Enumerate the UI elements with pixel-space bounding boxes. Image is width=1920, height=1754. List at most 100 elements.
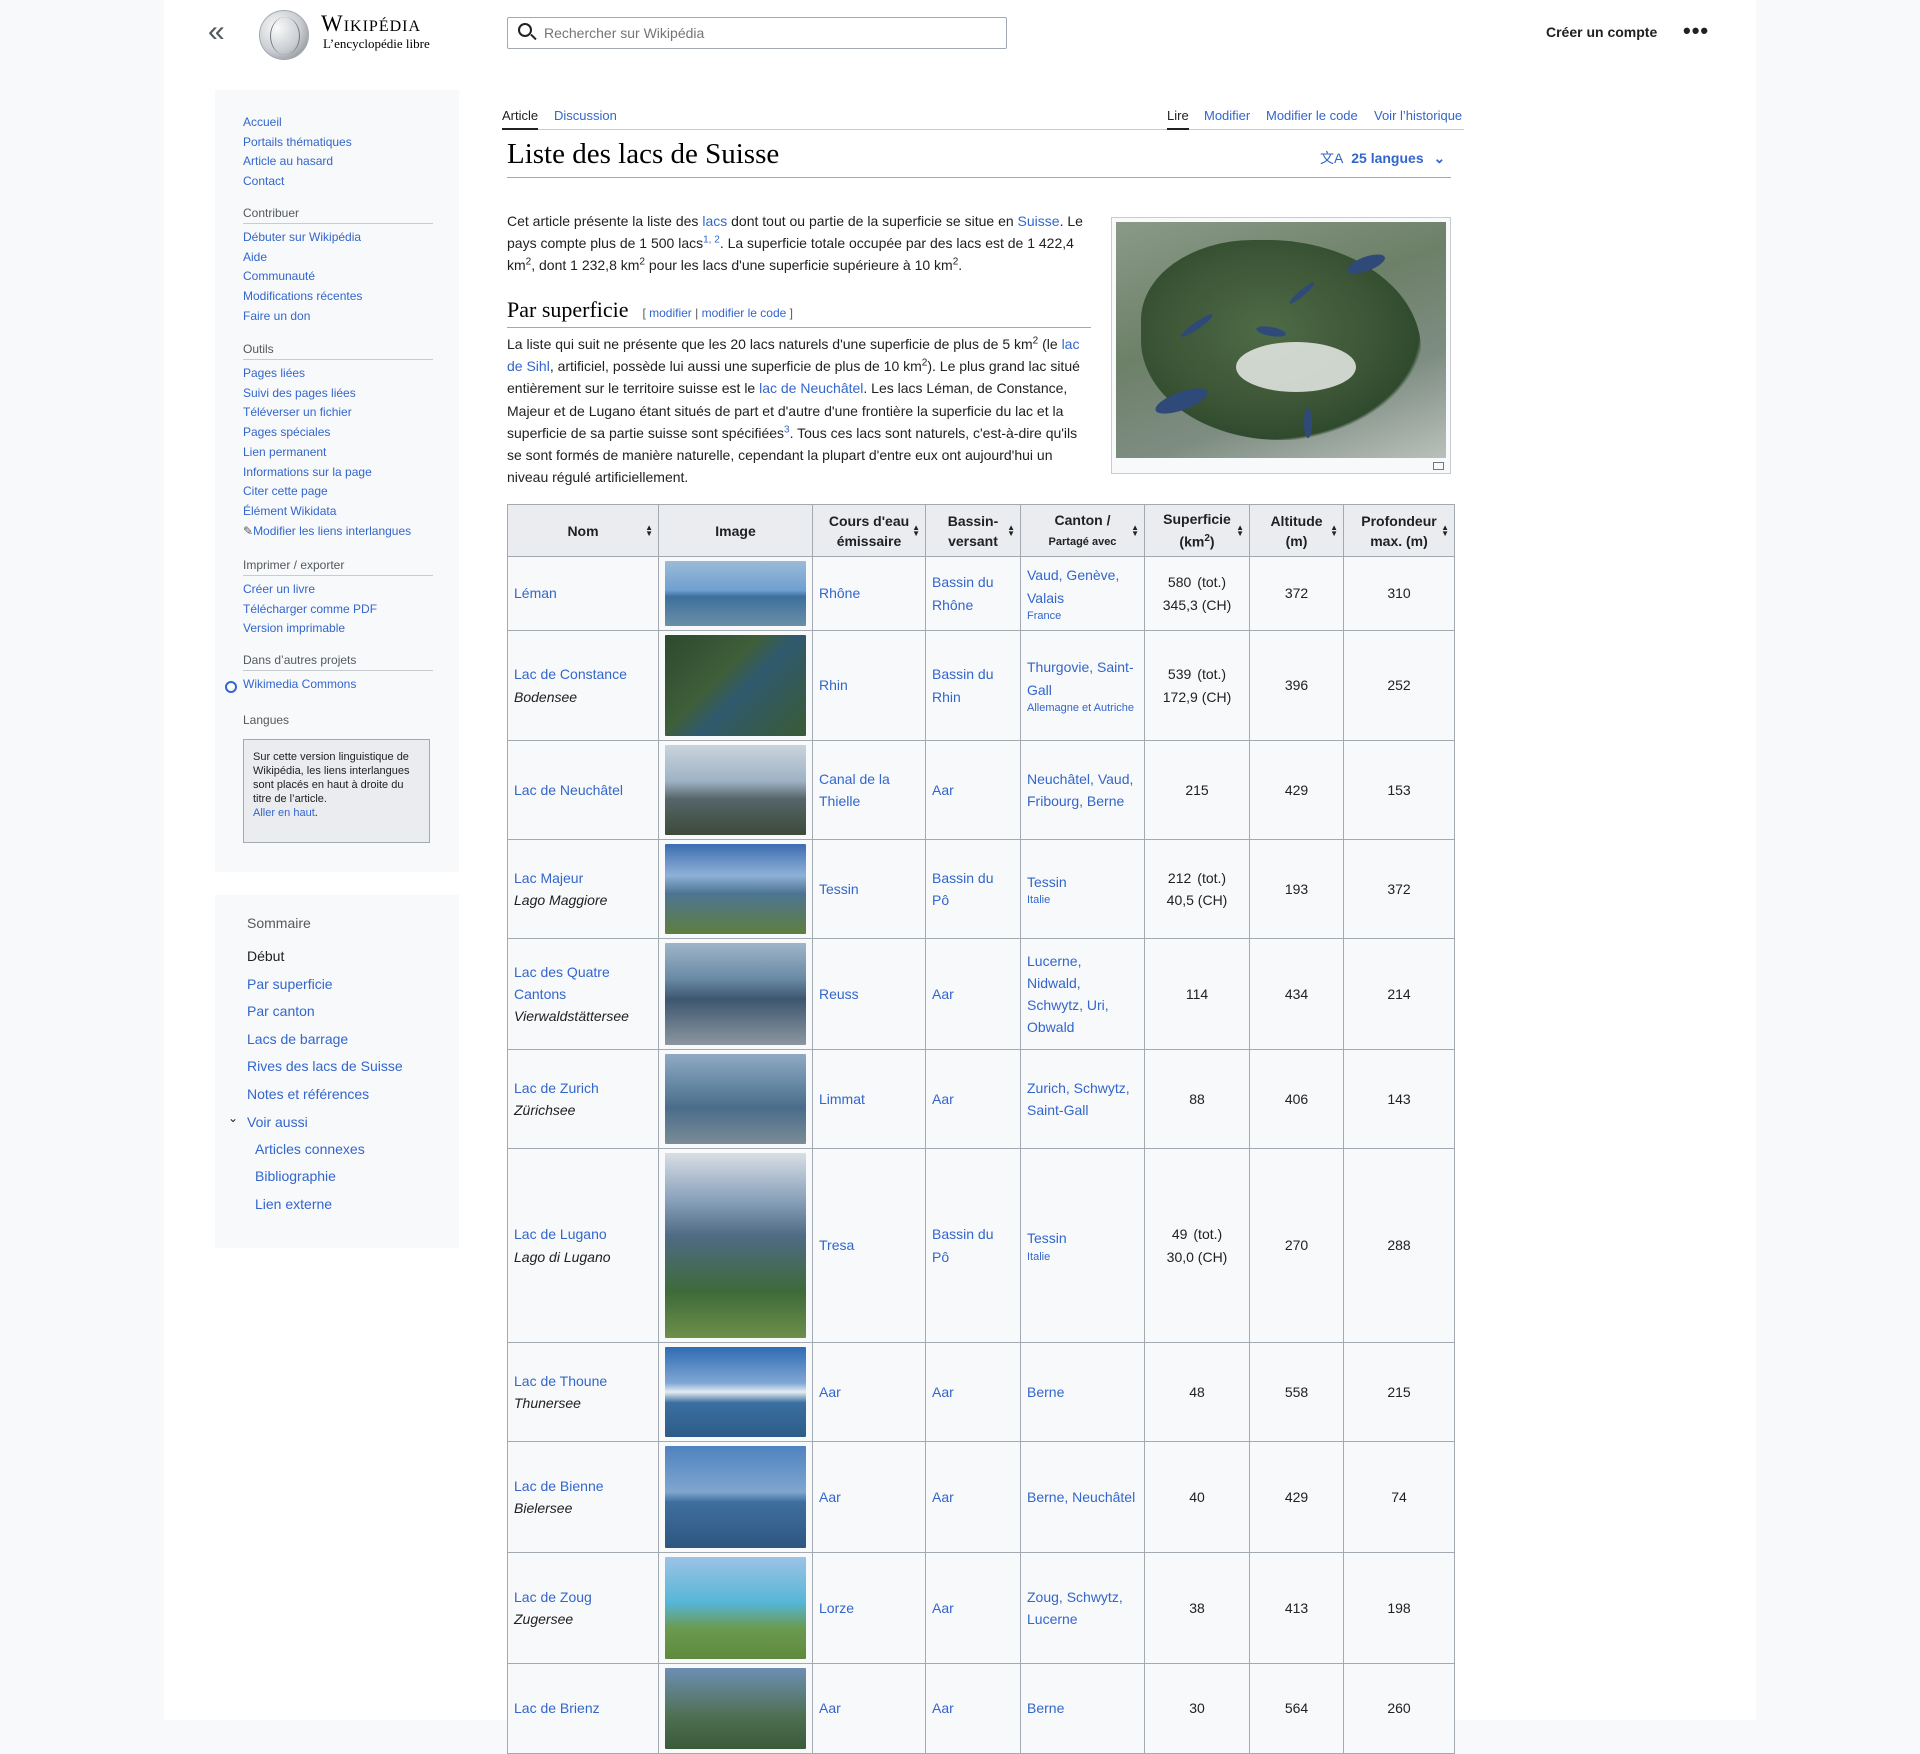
basin-link[interactable]: Bassin du Rhin: [932, 666, 993, 704]
toc-item-barrage[interactable]: Lacs de barrage: [247, 1031, 348, 1047]
basin-link[interactable]: Aar: [932, 782, 954, 798]
sort-icon[interactable]: ▲ ▼: [1330, 524, 1338, 538]
col-header-cours-eau[interactable]: Cours d'eau émissaire ▲ ▼: [812, 504, 926, 557]
canton-link[interactable]: Neuchâtel, Vaud, Fribourg, Berne: [1027, 771, 1133, 809]
canton-link[interactable]: Lucerne, Nidwald, Schwytz, Uri, Obwald: [1027, 953, 1109, 1036]
canton-link[interactable]: Berne: [1027, 1384, 1064, 1400]
search-box[interactable]: [507, 17, 1007, 49]
lake-thumbnail[interactable]: [665, 1668, 806, 1749]
switzerland-map-figure[interactable]: [1111, 217, 1451, 474]
river-link[interactable]: Lorze: [819, 1600, 854, 1616]
basin-link[interactable]: Bassin du Rhône: [932, 574, 993, 612]
sidebar-item-contact[interactable]: Contact: [243, 172, 433, 192]
tab-lire[interactable]: Lire: [1167, 108, 1189, 130]
toc-item-connexes[interactable]: Articles connexes: [255, 1141, 365, 1157]
river-link[interactable]: Canal de la Thielle: [819, 771, 890, 809]
basin-link[interactable]: Aar: [932, 1489, 954, 1505]
river-link[interactable]: Limmat: [819, 1091, 865, 1107]
lake-name-link[interactable]: Lac de Zoug: [514, 1589, 592, 1605]
shared-with-link[interactable]: Italie: [1027, 1250, 1138, 1264]
more-options-icon[interactable]: •••: [1683, 18, 1709, 44]
sidebar-item-accueil[interactable]: Accueil: [243, 113, 433, 133]
lake-thumbnail[interactable]: [665, 943, 806, 1045]
sidebar-item-televerser[interactable]: Téléverser un fichier: [243, 403, 433, 423]
tab-modifier-code[interactable]: Modifier le code: [1266, 108, 1358, 123]
sidebar-item-informations[interactable]: Informations sur la page: [243, 463, 433, 483]
lake-thumbnail[interactable]: [665, 745, 806, 835]
basin-link[interactable]: Bassin du Pô: [932, 870, 993, 908]
chevron-down-icon[interactable]: ⌄: [228, 1111, 238, 1125]
shared-with-link[interactable]: Allemagne et Autriche: [1027, 701, 1138, 715]
river-link[interactable]: Aar: [819, 1489, 841, 1505]
ref-1-2[interactable]: 1, 2: [703, 235, 720, 246]
sidebar-item-communaute[interactable]: Communauté: [243, 267, 433, 287]
sort-icon[interactable]: ▲ ▼: [912, 524, 920, 538]
link-lac-neuchatel[interactable]: lac de Neuchâtel: [759, 380, 863, 396]
river-link[interactable]: Rhin: [819, 677, 848, 693]
collapse-sidebar-icon[interactable]: «: [208, 17, 244, 50]
river-link[interactable]: Aar: [819, 1384, 841, 1400]
toc-item-rives[interactable]: Rives des lacs de Suisse: [247, 1058, 403, 1074]
sort-icon[interactable]: ▲ ▼: [1007, 524, 1015, 538]
shared-with-link[interactable]: France: [1027, 609, 1138, 623]
col-header-canton[interactable]: Canton / Partagé avec ▲ ▼: [1020, 504, 1145, 557]
langs-goto-top-link[interactable]: Aller en haut: [253, 807, 315, 819]
basin-link[interactable]: Aar: [932, 986, 954, 1002]
switzerland-satellite-map[interactable]: [1116, 222, 1446, 458]
river-link[interactable]: Tresa: [819, 1237, 854, 1253]
sidebar-item-hasard[interactable]: Article au hasard: [243, 152, 433, 172]
tab-article[interactable]: Article: [502, 108, 539, 130]
sidebar-item-suivi[interactable]: Suivi des pages liées: [243, 384, 433, 404]
lake-thumbnail[interactable]: [665, 635, 806, 736]
wordmark[interactable]: Wikipédia: [321, 11, 421, 37]
tab-discussion[interactable]: Discussion: [554, 108, 617, 123]
shared-with-link[interactable]: Italie: [1027, 893, 1138, 907]
lake-thumbnail[interactable]: [665, 561, 806, 626]
toc-item-canton[interactable]: Par canton: [247, 1003, 315, 1019]
sort-icon[interactable]: ▲ ▼: [645, 524, 653, 538]
basin-link[interactable]: Aar: [932, 1600, 954, 1616]
sidebar-item-pages-liees[interactable]: Pages liées: [243, 364, 433, 384]
search-input[interactable]: [544, 22, 994, 44]
sidebar-item-commons[interactable]: Wikimedia Commons: [243, 675, 433, 695]
sidebar-item-modifications[interactable]: Modifications récentes: [243, 287, 433, 307]
canton-link[interactable]: Tessin: [1027, 874, 1067, 890]
lake-name-link[interactable]: Lac de Lugano: [514, 1226, 607, 1242]
lake-thumbnail[interactable]: [665, 844, 806, 934]
lake-thumbnail[interactable]: [665, 1557, 806, 1659]
col-header-altitude[interactable]: Altitude (m) ▲ ▼: [1249, 504, 1344, 557]
basin-link[interactable]: Aar: [932, 1700, 954, 1716]
basin-link[interactable]: Aar: [932, 1384, 954, 1400]
sidebar-item-imprimable[interactable]: Version imprimable: [243, 619, 433, 639]
canton-link[interactable]: Berne: [1027, 1700, 1064, 1716]
lake-thumbnail[interactable]: [665, 1054, 806, 1144]
col-header-profondeur[interactable]: Profondeur max. (m) ▲ ▼: [1343, 504, 1455, 557]
wikipedia-globe-logo[interactable]: [259, 10, 309, 60]
canton-link[interactable]: Vaud, Genève, Valais: [1027, 567, 1119, 605]
toc-item-notes[interactable]: Notes et références: [247, 1086, 369, 1102]
basin-link[interactable]: Bassin du Pô: [932, 1226, 993, 1264]
lake-name-link[interactable]: Lac de Neuchâtel: [514, 782, 623, 798]
lake-name-link[interactable]: Lac Majeur: [514, 870, 583, 886]
sidebar-item-portails[interactable]: Portails thématiques: [243, 133, 433, 153]
sidebar-item-wikidata[interactable]: Élément Wikidata: [243, 502, 433, 522]
sidebar-item-interlangues[interactable]: ✎Modifier les liens interlangues: [243, 522, 433, 542]
tab-historique[interactable]: Voir l’historique: [1374, 108, 1462, 123]
toc-item-debut[interactable]: Début: [247, 948, 284, 964]
lake-thumbnail[interactable]: [665, 1153, 806, 1338]
lake-name-link[interactable]: Lac de Brienz: [514, 1700, 600, 1716]
canton-link[interactable]: Tessin: [1027, 1230, 1067, 1246]
link-lacs[interactable]: lacs: [702, 213, 727, 229]
sidebar-item-speciales[interactable]: Pages spéciales: [243, 423, 433, 443]
language-button[interactable]: 文A 25 langues ⌄: [1320, 148, 1445, 168]
lake-name-link[interactable]: Lac des Quatre Cantons: [514, 964, 610, 1002]
sort-icon[interactable]: ▲ ▼: [1131, 524, 1139, 538]
river-link[interactable]: Aar: [819, 1700, 841, 1716]
sidebar-item-livre[interactable]: Créer un livre: [243, 580, 433, 600]
toc-item-superficie[interactable]: Par superficie: [247, 976, 333, 992]
sidebar-item-aide[interactable]: Aide: [243, 248, 433, 268]
lake-name-link[interactable]: Lac de Thoune: [514, 1373, 607, 1389]
create-account-link[interactable]: Créer un compte: [1546, 24, 1657, 40]
lake-name-link[interactable]: Léman: [514, 585, 557, 601]
toc-item-voir-aussi[interactable]: Voir aussi: [247, 1114, 308, 1130]
